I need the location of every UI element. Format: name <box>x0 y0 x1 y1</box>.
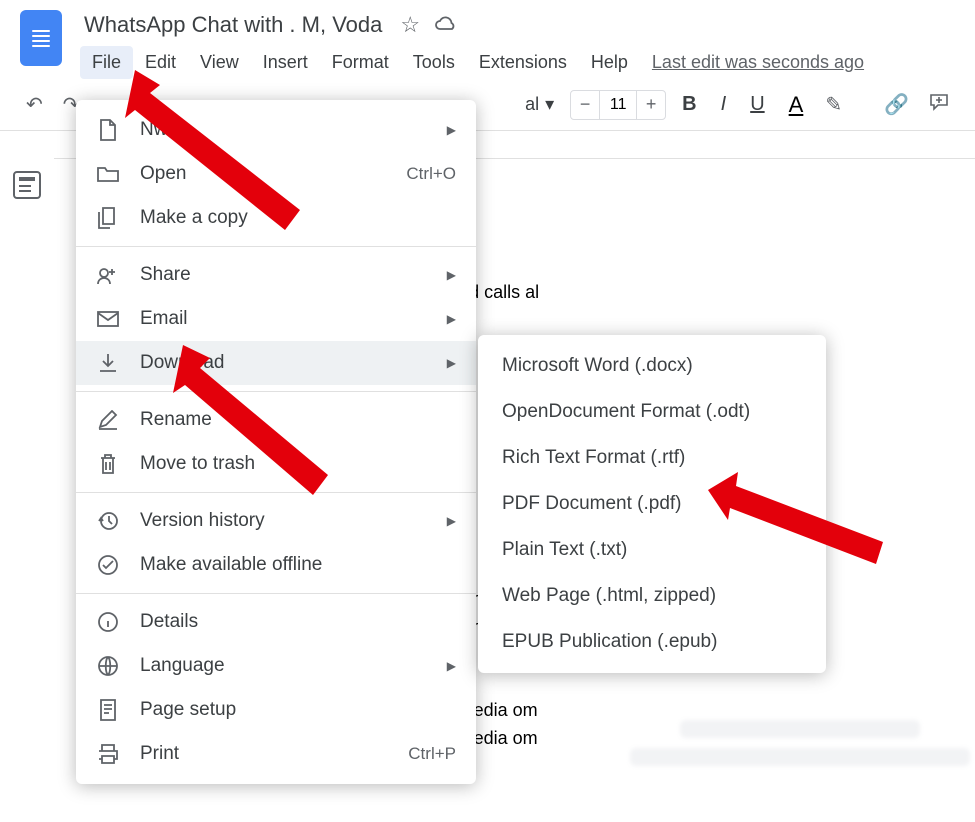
menu-print-label: Print <box>140 743 388 765</box>
undo-button[interactable]: ↶ <box>20 88 49 121</box>
logo-lines-icon <box>32 27 50 50</box>
menu-share[interactable]: Share ▶ <box>76 253 476 297</box>
menu-help[interactable]: Help <box>579 46 640 79</box>
star-icon[interactable]: ☆ <box>400 12 420 38</box>
menu-language[interactable]: Language ▶ <box>76 644 476 688</box>
header-bar: WhatsApp Chat with . M, Voda ☆ File Edit… <box>0 0 975 79</box>
annotation-arrow-file <box>120 70 320 250</box>
font-size-group: − 11 + <box>570 90 666 120</box>
folder-icon <box>96 162 120 186</box>
menu-offline[interactable]: Make available offline <box>76 543 476 587</box>
menu-separator <box>76 593 476 594</box>
font-size-decrease[interactable]: − <box>571 91 599 119</box>
google-docs-logo[interactable] <box>20 10 62 66</box>
annotation-arrow-download <box>168 345 338 505</box>
font-size-increase[interactable]: + <box>637 91 665 119</box>
download-odt[interactable]: OpenDocument Format (.odt) <box>478 389 826 435</box>
info-icon <box>96 610 120 634</box>
menu-page-setup[interactable]: Page setup <box>76 688 476 732</box>
trash-icon <box>96 452 120 476</box>
page-setup-icon <box>96 698 120 722</box>
chevron-right-icon: ▶ <box>447 356 456 370</box>
menu-details[interactable]: Details <box>76 600 476 644</box>
header-right: WhatsApp Chat with . M, Voda ☆ File Edit… <box>80 10 955 79</box>
history-icon <box>96 509 120 533</box>
print-icon <box>96 742 120 766</box>
file-icon <box>96 118 120 142</box>
chevron-right-icon: ▶ <box>447 514 456 528</box>
menu-offline-label: Make available offline <box>140 554 456 576</box>
paragraph-style-label: al <box>525 94 539 115</box>
document-title[interactable]: WhatsApp Chat with . M, Voda <box>80 10 386 40</box>
menu-extensions[interactable]: Extensions <box>467 46 579 79</box>
italic-button[interactable]: I <box>713 89 735 120</box>
download-docx[interactable]: Microsoft Word (.docx) <box>478 343 826 389</box>
menu-tools[interactable]: Tools <box>401 46 467 79</box>
cloud-icon[interactable] <box>434 12 458 38</box>
redacted-text <box>630 748 970 766</box>
menu-print-shortcut: Ctrl+P <box>408 744 456 764</box>
chevron-right-icon: ▶ <box>447 268 456 282</box>
copy-icon <box>96 206 120 230</box>
menu-share-label: Share <box>140 264 427 286</box>
annotation-arrow-pdf <box>708 472 888 592</box>
paragraph-style-select[interactable]: al ▾ <box>517 90 562 119</box>
offline-icon <box>96 553 120 577</box>
chevron-right-icon: ▶ <box>447 659 456 673</box>
menu-open-shortcut: Ctrl+O <box>406 164 456 184</box>
left-rail <box>0 131 54 798</box>
insert-comment-button[interactable] <box>923 88 955 122</box>
menu-format[interactable]: Format <box>320 46 401 79</box>
menu-version-history[interactable]: Version history ▶ <box>76 499 476 543</box>
outline-icon[interactable] <box>13 171 41 199</box>
menu-page-setup-label: Page setup <box>140 699 456 721</box>
menu-details-label: Details <box>140 611 456 633</box>
menu-print[interactable]: Print Ctrl+P <box>76 732 476 776</box>
chevron-right-icon: ▶ <box>447 312 456 326</box>
download-epub[interactable]: EPUB Publication (.epub) <box>478 619 826 665</box>
title-row: WhatsApp Chat with . M, Voda ☆ <box>80 10 955 40</box>
menu-version-history-label: Version history <box>140 510 427 532</box>
rename-icon <box>96 408 120 432</box>
text-color-button[interactable]: A <box>781 88 812 122</box>
email-icon <box>96 307 120 331</box>
bold-button[interactable]: B <box>674 89 704 120</box>
chevron-right-icon: ▶ <box>447 123 456 137</box>
redacted-text <box>680 720 920 738</box>
font-size-value[interactable]: 11 <box>599 91 637 119</box>
menu-language-label: Language <box>140 655 427 677</box>
insert-link-button[interactable]: 🔗 <box>878 88 915 121</box>
highlight-button[interactable]: ✎ <box>819 88 848 121</box>
menu-email[interactable]: Email ▶ <box>76 297 476 341</box>
globe-icon <box>96 654 120 678</box>
menu-email-label: Email <box>140 308 427 330</box>
last-edit-link[interactable]: Last edit was seconds ago <box>652 52 864 73</box>
chevron-down-icon: ▾ <box>545 94 554 115</box>
download-icon <box>96 351 120 375</box>
underline-button[interactable]: U <box>742 89 772 120</box>
share-icon <box>96 263 120 287</box>
